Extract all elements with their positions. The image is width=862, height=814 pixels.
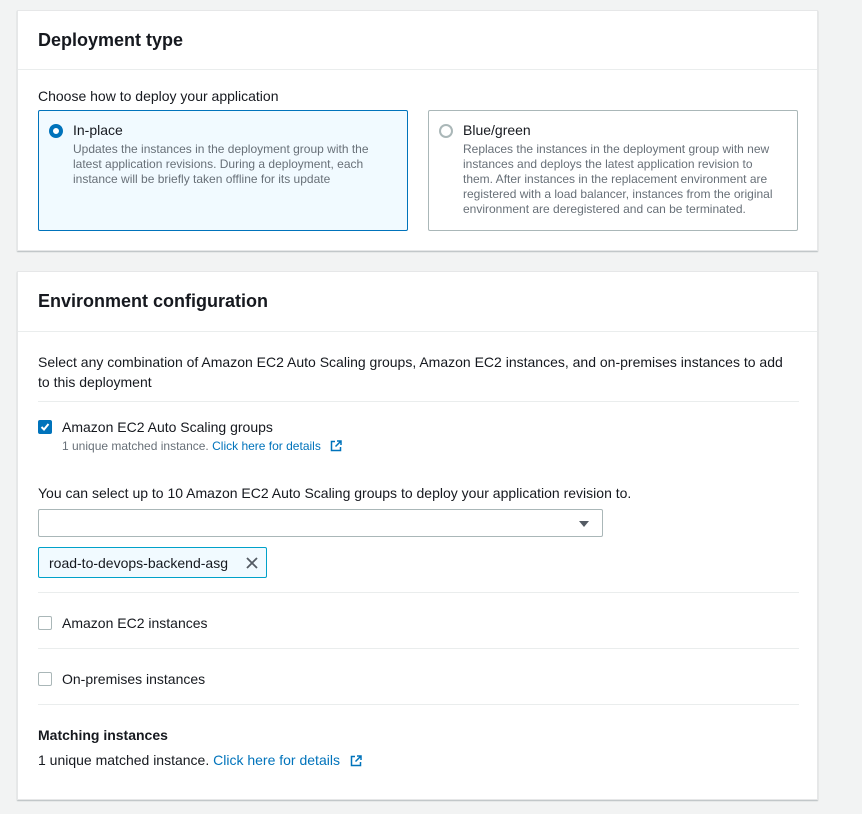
matching-details-link[interactable]: Click here for details (213, 752, 340, 768)
asg-select-hint: You can select up to 10 Amazon EC2 Auto … (38, 485, 632, 501)
asg-match-text: 1 unique matched instance. Click here fo… (62, 439, 342, 453)
blue-green-description: Replaces the instances in the deployment… (463, 142, 773, 216)
in-place-description: Updates the instances in the deployment … (73, 142, 369, 186)
external-link-icon[interactable] (350, 755, 362, 767)
divider (38, 704, 799, 705)
in-place-radio[interactable] (49, 124, 63, 138)
in-place-label: In-place (73, 122, 123, 138)
divider (38, 592, 799, 593)
blue-green-label: Blue/green (463, 122, 531, 138)
selected-asg-label: road-to-devops-backend-asg (49, 554, 228, 571)
divider (38, 648, 799, 649)
environment-configuration-panel: Environment configuration Select any com… (17, 271, 818, 800)
deployment-type-panel: Deployment type Choose how to deploy you… (17, 10, 818, 251)
matching-instances-text: 1 unique matched instance. Click here fo… (38, 752, 362, 768)
matching-instances-title: Matching instances (38, 727, 168, 743)
external-link-icon[interactable] (330, 440, 342, 452)
environment-title: Environment configuration (38, 291, 269, 311)
environment-header: Environment configuration (18, 272, 817, 332)
blue-green-option[interactable]: Blue/green Replaces the instances in the… (428, 110, 798, 231)
close-icon[interactable] (245, 556, 259, 570)
matching-count: 1 unique matched instance. (38, 752, 210, 768)
in-place-option[interactable]: In-place Updates the instances in the de… (38, 110, 408, 231)
selected-asg-token: road-to-devops-backend-asg (38, 547, 267, 578)
blue-green-radio[interactable] (439, 124, 453, 138)
on-premises-checkbox[interactable] (38, 672, 52, 686)
on-premises-label: On-premises instances (62, 671, 206, 687)
asg-select-dropdown[interactable] (38, 509, 603, 537)
check-icon (40, 423, 50, 431)
caret-down-icon (579, 521, 589, 527)
deployment-type-header: Deployment type (18, 11, 817, 70)
environment-description: Select any combination of Amazon EC2 Aut… (38, 354, 783, 390)
divider (38, 401, 799, 402)
ec2-instances-label: Amazon EC2 instances (62, 615, 208, 631)
asg-match-count: 1 unique matched instance. (62, 439, 209, 453)
asg-label: Amazon EC2 Auto Scaling groups (62, 419, 273, 435)
ec2-instances-checkbox[interactable] (38, 616, 52, 630)
asg-details-link[interactable]: Click here for details (212, 439, 321, 453)
deploy-prompt: Choose how to deploy your application (38, 88, 279, 104)
deployment-type-title: Deployment type (38, 29, 184, 50)
asg-checkbox[interactable] (38, 420, 52, 434)
